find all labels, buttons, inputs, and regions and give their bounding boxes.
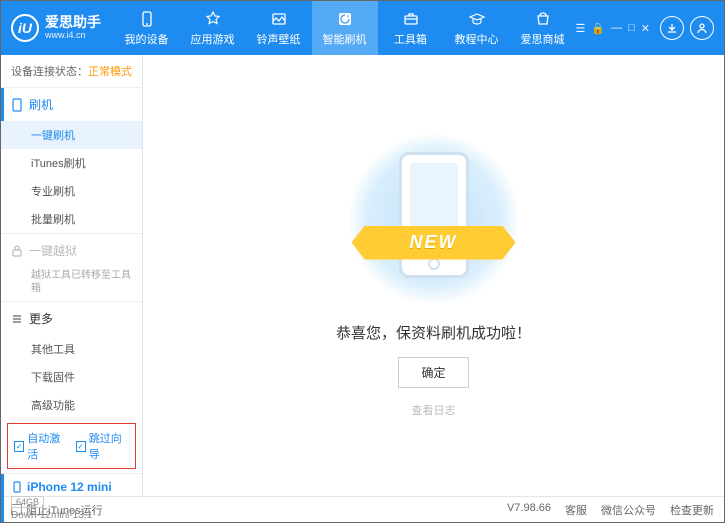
user-button[interactable] — [690, 16, 714, 40]
tab-smart-flash[interactable]: 智能刷机 — [312, 1, 378, 55]
menu-small-icon — [11, 313, 23, 325]
logo-url: www.i4.cn — [45, 31, 101, 41]
window-controls: ☰ 🔒 — □ ✕ — [576, 22, 650, 35]
main-content: NEW 恭喜您，保资料刷机成功啦！ 确定 查看日志 — [143, 55, 724, 496]
device-subtitle: Down-12mini-13,1 — [11, 510, 132, 521]
tab-label: 应用游戏 — [191, 31, 235, 47]
sidebar-item-pro-flash[interactable]: 专业刷机 — [1, 177, 142, 205]
logo-icon: iU — [11, 14, 39, 42]
sidebar-head-more[interactable]: 更多 — [1, 302, 142, 335]
tab-store[interactable]: 爱思商城 — [510, 1, 576, 55]
apps-icon — [204, 10, 222, 28]
checkbox-row: ✓自动激活 ✓跳过向导 — [7, 423, 136, 469]
tab-label: 我的设备 — [125, 31, 169, 47]
sidebar-head-jailbreak[interactable]: 一键越狱 — [1, 234, 142, 267]
title-right: ☰ 🔒 — □ ✕ — [576, 16, 714, 40]
maximize-button[interactable]: □ — [628, 22, 635, 34]
sidebar-item-oneclick-flash[interactable]: 一键刷机 — [1, 121, 142, 149]
view-log-link[interactable]: 查看日志 — [412, 402, 456, 418]
footer-link-wechat[interactable]: 微信公众号 — [601, 502, 656, 518]
phone-icon — [138, 10, 156, 28]
status-value: 正常模式 — [88, 66, 132, 78]
lock-icon[interactable]: 🔒 — [591, 22, 605, 35]
sidebar-item-download-firmware[interactable]: 下载固件 — [1, 363, 142, 391]
graduation-icon — [468, 10, 486, 28]
minimize-button[interactable]: — — [611, 22, 622, 34]
tab-toolbox[interactable]: 工具箱 — [378, 1, 444, 55]
tab-label: 教程中心 — [455, 31, 499, 47]
device-capacity: 64GB — [11, 496, 44, 508]
tab-label: 智能刷机 — [323, 31, 367, 47]
tab-label: 爱思商城 — [521, 31, 565, 47]
body: 设备连接状态：正常模式 刷机 一键刷机 iTunes刷机 专业刷机 批量刷机 一… — [1, 55, 724, 496]
tab-label: 工具箱 — [394, 31, 427, 47]
phone-device-icon — [11, 481, 23, 493]
close-button[interactable]: ✕ — [641, 22, 650, 35]
footer-link-support[interactable]: 客服 — [565, 502, 587, 518]
download-button[interactable] — [660, 16, 684, 40]
device-block[interactable]: iPhone 12 mini 64GB Down-12mini-13,1 — [1, 473, 142, 523]
checkbox-label: 跳过向导 — [89, 430, 129, 462]
toolbox-icon — [402, 10, 420, 28]
success-message: 恭喜您，保资料刷机成功啦！ — [336, 322, 531, 343]
wallpaper-icon — [270, 10, 288, 28]
sidebar: 设备连接状态：正常模式 刷机 一键刷机 iTunes刷机 专业刷机 批量刷机 一… — [1, 55, 143, 496]
logo: iU 爱思助手 www.i4.cn — [11, 14, 114, 42]
lock-small-icon — [11, 245, 23, 257]
app-window: iU 爱思助手 www.i4.cn 我的设备 应用游戏 铃声壁纸 智能刷机 工具… — [0, 0, 725, 523]
ok-button[interactable]: 确定 — [398, 357, 468, 388]
success-illustration: NEW — [344, 134, 524, 304]
tab-ringtones[interactable]: 铃声壁纸 — [246, 1, 312, 55]
phone-small-icon — [11, 99, 23, 111]
status-label: 设备连接状态： — [11, 66, 88, 78]
new-ribbon: NEW — [352, 226, 516, 260]
sidebar-item-batch-flash[interactable]: 批量刷机 — [1, 205, 142, 233]
connection-status: 设备连接状态：正常模式 — [1, 55, 142, 87]
flash-icon — [336, 10, 354, 28]
sidebar-head-label: 一键越狱 — [29, 242, 77, 259]
menu-icon[interactable]: ☰ — [576, 22, 586, 35]
tab-apps[interactable]: 应用游戏 — [180, 1, 246, 55]
device-name-text: iPhone 12 mini — [27, 480, 112, 494]
sidebar-head-label: 刷机 — [29, 96, 53, 113]
tab-label: 铃声壁纸 — [257, 31, 301, 47]
sidebar-item-itunes-flash[interactable]: iTunes刷机 — [1, 149, 142, 177]
checkbox-skip-setup[interactable]: ✓跳过向导 — [76, 430, 130, 462]
sidebar-item-other-tools[interactable]: 其他工具 — [1, 335, 142, 363]
tab-my-device[interactable]: 我的设备 — [114, 1, 180, 55]
version-text: V7.98.66 — [507, 502, 551, 518]
nav-tabs: 我的设备 应用游戏 铃声壁纸 智能刷机 工具箱 教程中心 爱思商城 — [114, 1, 576, 55]
checkbox-label: 自动激活 — [27, 430, 67, 462]
logo-name: 爱思助手 — [45, 15, 101, 30]
device-name: iPhone 12 mini — [11, 480, 132, 494]
sidebar-head-flash[interactable]: 刷机 — [1, 88, 142, 121]
store-icon — [534, 10, 552, 28]
checkbox-auto-activate[interactable]: ✓自动激活 — [14, 430, 68, 462]
tab-tutorials[interactable]: 教程中心 — [444, 1, 510, 55]
sidebar-head-label: 更多 — [29, 310, 53, 327]
footer-link-update[interactable]: 检查更新 — [670, 502, 714, 518]
sidebar-item-advanced[interactable]: 高级功能 — [1, 391, 142, 419]
titlebar: iU 爱思助手 www.i4.cn 我的设备 应用游戏 铃声壁纸 智能刷机 工具… — [1, 1, 724, 55]
jailbreak-note: 越狱工具已转移至工具箱 — [1, 267, 142, 301]
